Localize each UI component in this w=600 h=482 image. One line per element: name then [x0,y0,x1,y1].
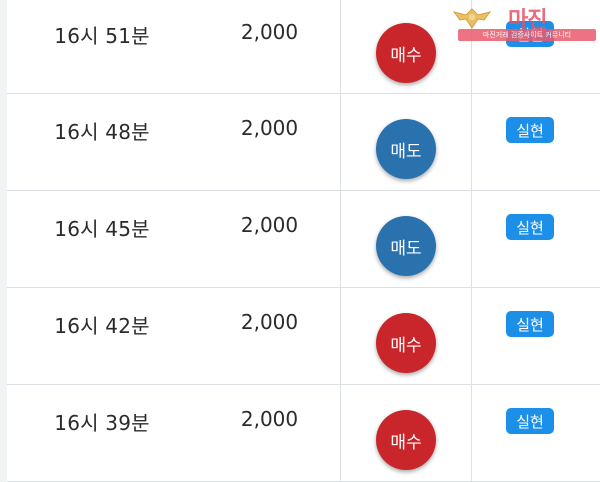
buy-badge: 매수 [376,23,436,83]
table-row: 16시 42분 2,000 매수 실현 [7,288,600,385]
realized-status-badge: 실현 [506,311,554,337]
buy-badge: 매수 [376,313,436,373]
column-divider [471,94,472,190]
sell-badge: 매도 [376,119,436,179]
realized-status-badge: 실현 [506,21,554,47]
trade-history-table: 16시 51분 2,000 매수 실현 16시 48분 2,000 매도 실현 … [7,0,600,482]
sell-badge: 매도 [376,216,436,276]
trade-amount: 2,000 [240,20,299,44]
column-divider [340,191,341,287]
trade-amount: 2,000 [240,116,299,140]
column-divider [340,0,341,93]
column-divider [340,385,341,481]
trade-amount: 2,000 [240,310,299,334]
realized-status-badge: 실현 [506,214,554,240]
trade-amount: 2,000 [240,213,299,237]
trade-time: 16시 51분 [54,24,150,48]
column-divider [340,288,341,384]
column-divider [471,385,472,481]
column-divider [471,0,472,93]
table-row: 16시 48분 2,000 매도 실현 [7,94,600,191]
buy-badge: 매수 [376,410,436,470]
trade-time: 16시 39분 [54,411,150,435]
trade-amount: 2,000 [240,407,299,431]
column-divider [471,288,472,384]
trade-time: 16시 42분 [54,314,150,338]
column-divider [471,191,472,287]
trade-time: 16시 45분 [54,217,150,241]
table-row: 16시 39분 2,000 매수 실현 [7,385,600,482]
table-row: 16시 45분 2,000 매도 실현 [7,191,600,288]
table-row: 16시 51분 2,000 매수 실현 [7,0,600,94]
realized-status-badge: 실현 [506,408,554,434]
trade-time: 16시 48분 [54,120,150,144]
column-divider [340,94,341,190]
realized-status-badge: 실현 [506,117,554,143]
